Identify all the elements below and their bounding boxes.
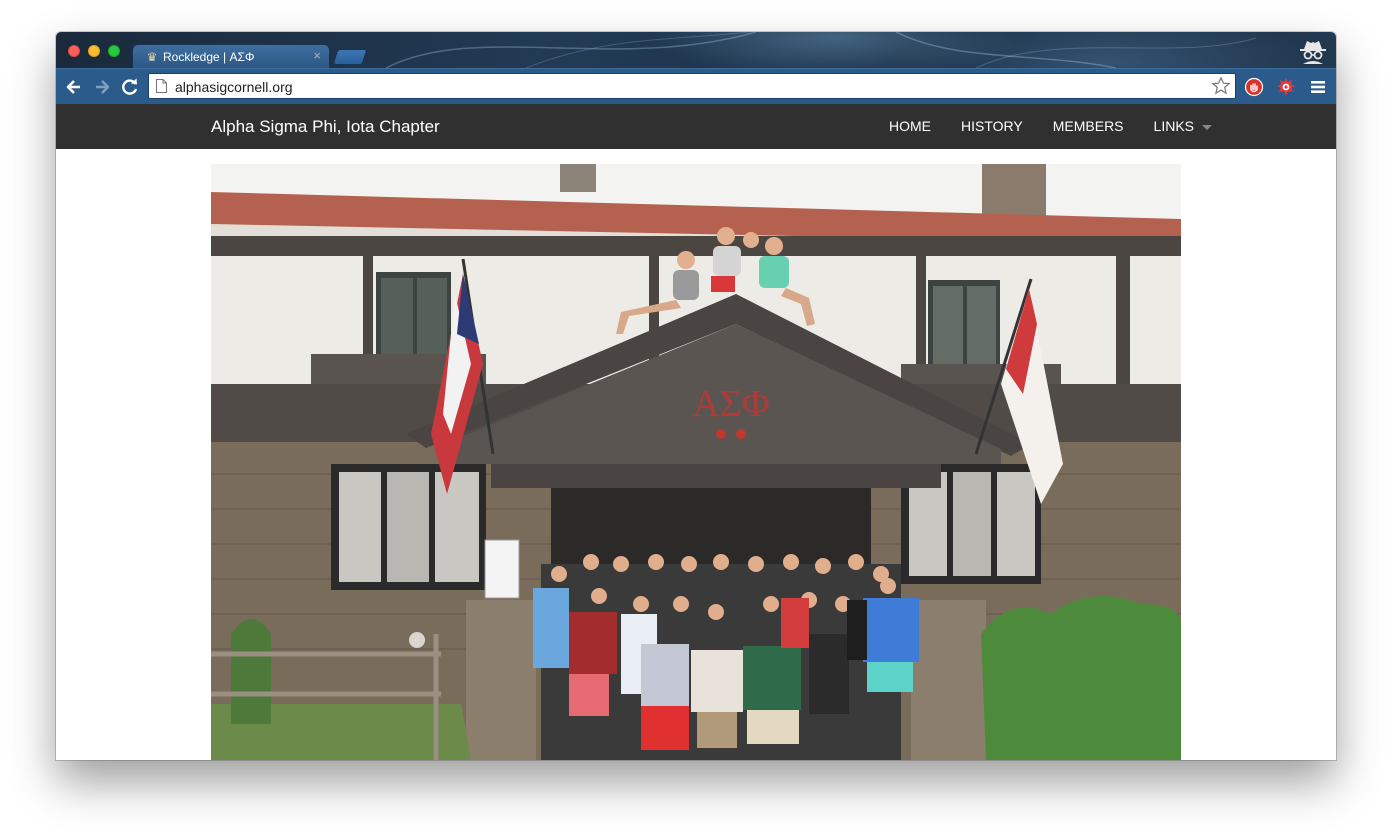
photo-greek-letters: ΑΣΦ [692, 383, 769, 425]
window-controls [68, 45, 120, 57]
site-brand[interactable]: Alpha Sigma Phi, Iota Chapter [211, 117, 440, 137]
zoom-window-button[interactable] [108, 45, 120, 57]
nav-links: HOME HISTORY MEMBERS LINKS [874, 104, 1227, 149]
active-tab[interactable]: ♛ Rockledge | ΑΣΦ × [132, 44, 330, 69]
page-content: ΑΣΦ [56, 149, 1336, 760]
forward-arrow-icon[interactable] [92, 77, 112, 97]
address-bar[interactable]: alphasigcornell.org [148, 73, 1236, 99]
site-navbar: Alpha Sigma Phi, Iota Chapter HOME HISTO… [56, 104, 1336, 149]
tab-strip: ♛ Rockledge | ΑΣΦ × [56, 32, 1336, 69]
house-group-photo: ΑΣΦ [211, 164, 1181, 760]
close-window-button[interactable] [68, 45, 80, 57]
hamburger-menu-icon[interactable] [1308, 77, 1328, 97]
nav-members[interactable]: MEMBERS [1038, 104, 1139, 149]
nav-links-dropdown[interactable]: LINKS [1139, 104, 1227, 149]
minimize-window-button[interactable] [88, 45, 100, 57]
reload-icon[interactable] [120, 77, 140, 97]
new-tab-button[interactable] [332, 49, 368, 65]
nav-history[interactable]: HISTORY [946, 104, 1038, 149]
bug-extension-icon[interactable] [1276, 77, 1296, 97]
caret-down-icon [1202, 124, 1212, 130]
favicon-icon: ♛ [146, 50, 158, 64]
tab-close-button[interactable]: × [313, 48, 321, 63]
incognito-icon [1300, 41, 1326, 64]
nav-links-label: LINKS [1153, 118, 1194, 134]
back-arrow-icon[interactable] [64, 77, 84, 97]
stop-extension-icon[interactable] [1244, 77, 1264, 97]
browser-toolbar: alphasigcornell.org [56, 68, 1336, 105]
url-text: alphasigcornell.org [175, 79, 293, 95]
member-crowd [533, 554, 919, 760]
page-icon [156, 79, 167, 93]
tab-title: Rockledge | ΑΣΦ [163, 50, 255, 64]
nav-home[interactable]: HOME [874, 104, 946, 149]
browser-window: ♛ Rockledge | ΑΣΦ × alphasigcornell.org … [56, 32, 1336, 760]
bookmark-star-icon[interactable] [1211, 76, 1231, 96]
